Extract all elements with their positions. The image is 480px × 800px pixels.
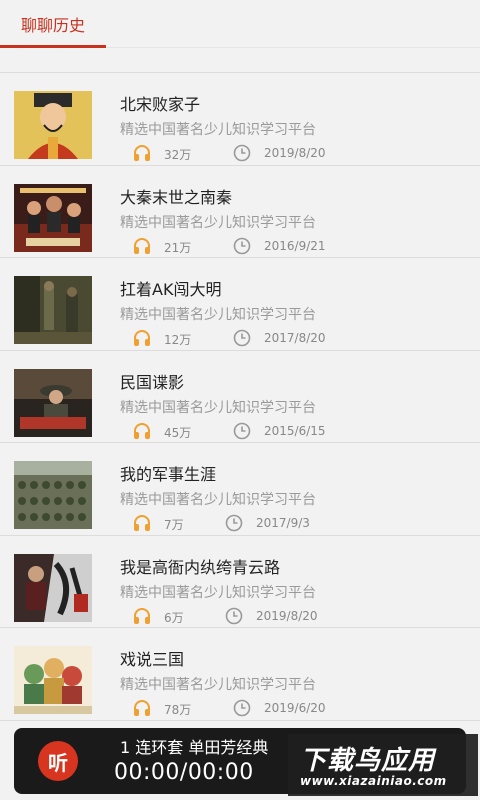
clock-icon: [232, 421, 252, 441]
cover-qin-drama: [14, 183, 92, 252]
album-title: 我的军事生涯: [120, 465, 217, 484]
album-title: 扛着AK闯大明: [120, 280, 222, 299]
clock-icon: [232, 236, 252, 256]
album-title: 北宋败家子: [120, 95, 201, 114]
watermark-url: www.xiazainiao.com: [300, 774, 447, 788]
album-subtitle: 精选中国著名少儿知识学习平台: [120, 399, 316, 416]
headphones-icon: [132, 236, 152, 256]
album-title: 我是高衙内纨绔青云路: [120, 557, 281, 577]
release-date: 2017/8/20: [264, 331, 326, 345]
play-count: 32万: [164, 148, 192, 162]
headphones-icon: [132, 606, 152, 626]
album-meta: 78万 2019/6/20: [132, 698, 392, 718]
album-cover: [14, 368, 92, 437]
headphones-icon: [132, 698, 152, 718]
tab-label: 聊聊历史: [20, 16, 85, 35]
album-meta: 32万 2019/8/20: [132, 143, 392, 163]
album-cover: [14, 646, 92, 714]
album-cover: [14, 553, 92, 622]
album-cover: [14, 461, 92, 529]
play-count: 7万: [164, 518, 184, 532]
headphones-icon: [132, 513, 152, 533]
headphones-icon: [132, 421, 152, 441]
album-subtitle: 精选中国著名少儿知识学习平台: [120, 492, 316, 508]
album-subtitle: 精选中国著名少儿知识学习平台: [120, 677, 316, 693]
album-title: 大秦末世之南秦: [120, 187, 233, 207]
release-date: 2017/9/3: [256, 516, 310, 530]
list-item[interactable]: 大秦末世之南秦 精选中国著名少儿知识学习平台 21万 2016/9/21: [0, 165, 480, 258]
tab-history[interactable]: 聊聊历史: [0, 0, 106, 48]
release-date: 2019/8/20: [264, 146, 326, 160]
play-count: 45万: [164, 425, 192, 440]
clock-icon: [232, 328, 252, 348]
album-cover: [14, 91, 92, 159]
list-item[interactable]: 我的军事生涯 精选中国著名少儿知识学习平台 7万 2017/9/3: [0, 443, 480, 536]
list-item[interactable]: 民国谍影 精选中国著名少儿知识学习平台 45万 2015/6/15: [0, 350, 480, 443]
release-date: 2019/8/20: [256, 608, 318, 623]
album-meta: 6万 2019/8/20: [132, 606, 392, 626]
album-subtitle: 精选中国著名少儿知识学习平台: [120, 307, 316, 323]
album-cover: [14, 276, 92, 344]
watermark-text: 下载鸟应用: [300, 746, 436, 776]
album-title: 民国谍影: [120, 372, 185, 392]
clock-icon: [232, 143, 252, 163]
clock-icon: [224, 606, 244, 626]
play-count: 78万: [164, 703, 192, 717]
album-subtitle: 精选中国著名少儿知识学习平台: [120, 214, 316, 231]
tab-active-indicator: [0, 45, 106, 48]
clock-icon: [224, 513, 244, 533]
album-meta: 21万 2016/9/21: [132, 236, 392, 256]
list-item[interactable]: 戏说三国 精选中国著名少儿知识学习平台 78万 2019/6/20: [0, 628, 480, 721]
play-count: 12万: [164, 333, 192, 347]
cover-ak-ming: [14, 276, 92, 344]
album-subtitle: 精选中国著名少儿知识学习平台: [120, 584, 316, 601]
album-title: 戏说三国: [120, 650, 185, 669]
headphones-icon: [132, 328, 152, 348]
now-playing-title: 1 连环套 单田芳经典: [120, 738, 269, 757]
album-subtitle: 精选中国著名少儿知识学习平台: [120, 122, 316, 138]
album-meta: 7万 2017/9/3: [132, 513, 392, 533]
cover-emperor-portrait: [14, 91, 92, 159]
list-item[interactable]: 北宋败家子 精选中国著名少儿知识学习平台 32万 2019/8/20: [0, 73, 480, 166]
release-date: 2019/6/20: [264, 701, 326, 715]
release-date: 2016/9/21: [264, 238, 326, 253]
play-count: 6万: [164, 610, 184, 625]
player-logo[interactable]: 听: [38, 741, 78, 781]
cover-three-kingdoms: [14, 646, 92, 714]
list-item[interactable]: 扛着AK闯大明 精选中国著名少儿知识学习平台 12万 2017/8/20: [0, 258, 480, 351]
release-date: 2015/6/15: [264, 423, 326, 438]
tab-bar: 聊聊历史: [0, 0, 480, 48]
album-cover: [14, 183, 92, 252]
play-count: 21万: [164, 240, 192, 255]
playback-time: 00:00/00:00: [114, 760, 254, 785]
album-list: 北宋败家子 精选中国著名少儿知识学习平台 32万 2019/8/20 大秦末世之…: [0, 72, 480, 721]
cover-soldiers: [14, 461, 92, 529]
list-item[interactable]: 我是高衙内纨绔青云路 精选中国著名少儿知识学习平台 6万 2019/8/20: [0, 535, 480, 628]
clock-icon: [232, 698, 252, 718]
cover-gao-yanei: [14, 553, 92, 622]
album-meta: 45万 2015/6/15: [132, 421, 392, 441]
headphones-icon: [132, 143, 152, 163]
album-meta: 12万 2017/8/20: [132, 328, 392, 348]
cover-spy-shadow: [14, 368, 92, 437]
site-watermark: 下载鸟应用 www.xiazainiao.com: [288, 734, 478, 796]
